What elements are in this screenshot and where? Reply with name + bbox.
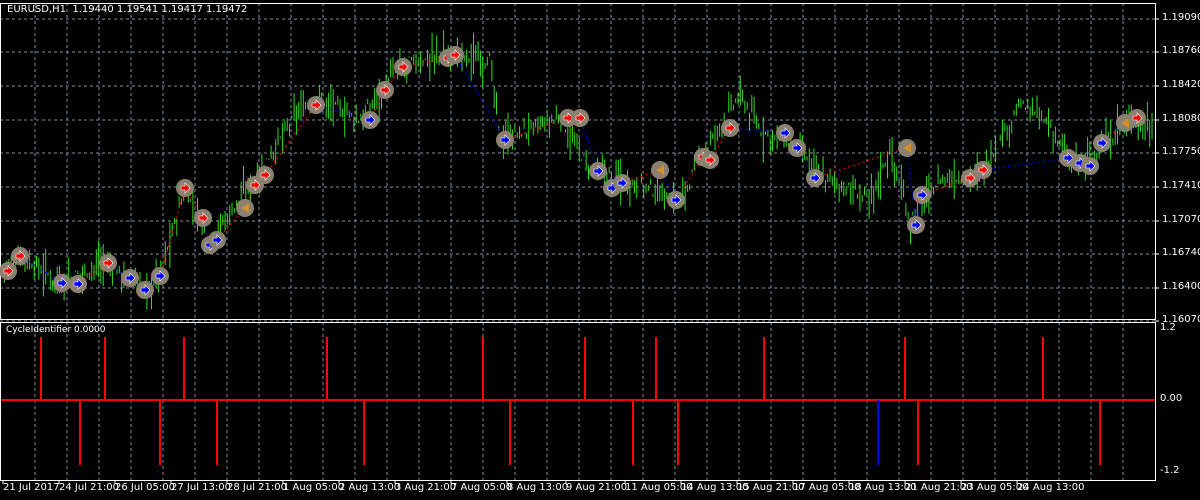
price-label: 1.17410 <box>1162 180 1200 191</box>
price-label: 1.19090 <box>1162 12 1200 23</box>
indicator-value: 0.0000 <box>74 325 106 335</box>
time-label: 26 Jul 05:00 <box>115 482 175 493</box>
time-label: 7 Aug 05:00 <box>451 482 513 493</box>
indicator-label: 0.00 <box>1160 393 1183 404</box>
price-label: 1.16740 <box>1162 247 1200 258</box>
time-label: 24 Aug 13:00 <box>1017 482 1085 493</box>
indicator-label: 1.2 <box>1160 322 1176 333</box>
indicator-panel-border <box>0 322 1156 481</box>
time-label: 1 Aug 05:00 <box>283 482 345 493</box>
time-label: 28 Jul 21:00 <box>227 482 287 493</box>
symbol-timeframe: EURUSD,H1 <box>7 4 67 15</box>
price-label: 1.17750 <box>1162 146 1200 157</box>
price-label: 1.18080 <box>1162 113 1200 124</box>
chart-header: EURUSD,H1 1.19440 1.19541 1.19417 1.1947… <box>7 4 247 15</box>
time-label: 27 Jul 13:00 <box>171 482 231 493</box>
indicator-name: CycleIdentifier <box>6 325 72 335</box>
time-label: 21 Jul 2017 <box>3 482 60 493</box>
price-label: 1.18420 <box>1162 79 1200 90</box>
price-label: 1.18760 <box>1162 45 1200 56</box>
time-label: 2 Aug 13:00 <box>339 482 401 493</box>
time-label: 8 Aug 13:00 <box>507 482 569 493</box>
time-label: 24 Jul 21:00 <box>59 482 119 493</box>
low-price: 1.19417 <box>161 4 203 15</box>
indicator-label: -1.2 <box>1160 465 1180 476</box>
signal-connector <box>264 104 317 176</box>
price-label: 1.16400 <box>1162 281 1200 292</box>
time-label: 3 Aug 21:00 <box>395 482 457 493</box>
price-chart[interactable] <box>0 0 1200 500</box>
indicator-header: CycleIdentifier 0.0000 <box>6 325 106 335</box>
open-price: 1.19440 <box>72 4 114 15</box>
close-price: 1.19472 <box>206 4 248 15</box>
time-label: 9 Aug 21:00 <box>566 482 628 493</box>
high-price: 1.19541 <box>116 4 159 15</box>
price-label: 1.17070 <box>1162 214 1200 225</box>
